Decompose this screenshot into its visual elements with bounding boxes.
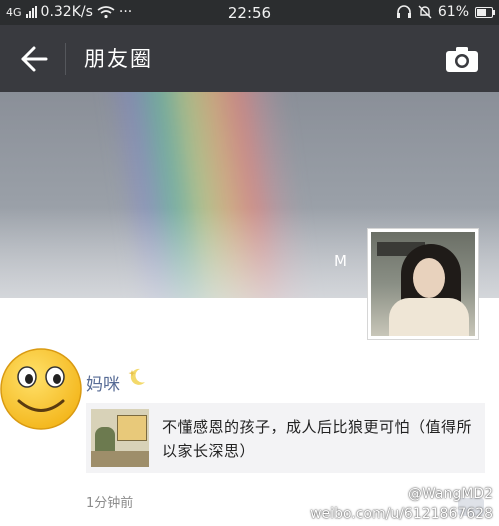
mute-bell-icon <box>418 5 432 19</box>
profile-avatar[interactable] <box>367 228 479 340</box>
link-thumbnail <box>91 409 149 467</box>
title-bar: 朋友圈 <box>0 25 499 92</box>
photo-body <box>389 298 469 336</box>
camera-icon[interactable] <box>445 45 479 73</box>
status-bar: 4G 0.32K/s ··· 22:56 61% <box>0 0 499 25</box>
battery-percent: 61% <box>437 4 469 20</box>
smiley-avatar-icon[interactable] <box>0 346 86 432</box>
post-author[interactable]: 妈咪 <box>86 370 120 395</box>
thumb-sheet <box>117 415 147 441</box>
status-right: 61% <box>396 4 495 20</box>
post-timestamp: 1分钟前 <box>86 496 134 511</box>
battery-icon <box>475 6 495 18</box>
battery-fill <box>477 8 486 16</box>
avatar-photo <box>371 232 475 336</box>
photo-face <box>413 258 445 298</box>
cover-mark: M <box>334 252 347 270</box>
shared-link-card[interactable]: 不懂感恩的孩子，成人后比狼更可怕（值得所以家长深思） <box>86 403 485 473</box>
watermark-handle: @WangMD2 <box>407 486 493 502</box>
page-title: 朋友圈 <box>84 47 153 71</box>
arrow-left-icon[interactable] <box>18 44 50 74</box>
moon-star-icon <box>128 368 145 385</box>
link-title: 不懂感恩的孩子，成人后比狼更可怕（值得所以家长深思） <box>162 418 473 460</box>
thumb-table <box>91 451 149 467</box>
watermark: @WangMD2 weibo.com/u/6121867628 <box>310 484 493 524</box>
title-divider <box>65 43 66 75</box>
watermark-url: weibo.com/u/6121867628 <box>310 506 493 522</box>
headphones-icon <box>396 5 411 18</box>
